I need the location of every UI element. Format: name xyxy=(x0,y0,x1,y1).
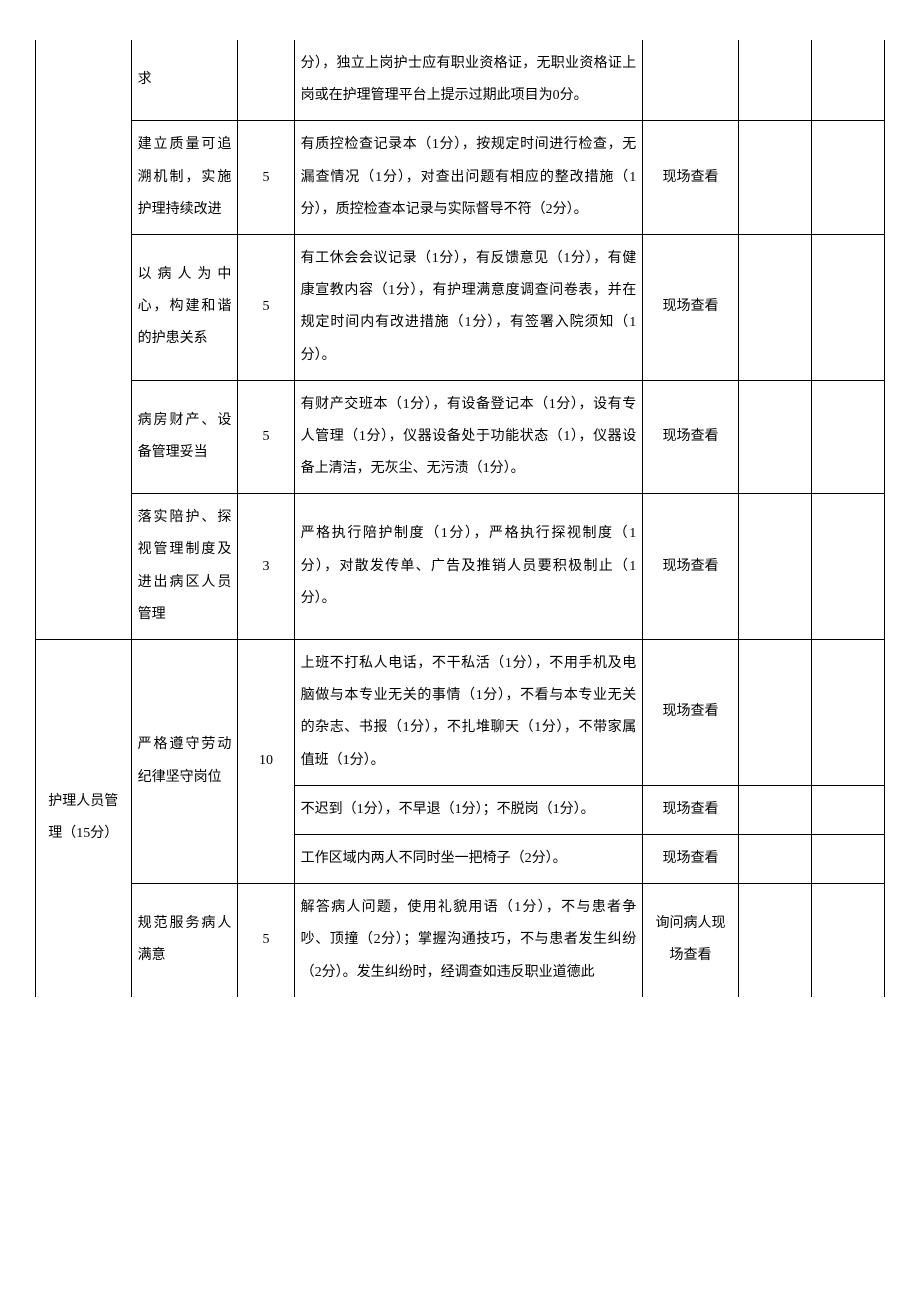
criteria-cell: 有质控检查记录本（1分），按规定时间进行检查，无漏查情况（1分），对查出问题有相… xyxy=(294,121,643,235)
score-cell: 5 xyxy=(238,380,294,494)
blank-cell xyxy=(811,380,884,494)
blank-cell xyxy=(811,640,884,786)
criteria-cell: 上班不打私人电话，不干私活（1分），不用手机及电脑做与本专业无关的事情（1分），… xyxy=(294,640,643,786)
evaluation-table: 求 分），独立上岗护士应有职业资格证，无职业资格证上岗或在护理管理平台上提示过期… xyxy=(35,40,885,997)
blank-cell xyxy=(811,884,884,997)
method-cell: 询问病人现场查看 xyxy=(643,884,739,997)
item-cell: 病房财产、设备管理妥当 xyxy=(131,380,238,494)
method-cell: 现场查看 xyxy=(643,785,739,834)
score-cell: 10 xyxy=(238,640,294,884)
method-cell xyxy=(643,40,739,121)
blank-cell xyxy=(738,494,811,640)
blank-cell xyxy=(811,834,884,883)
method-cell: 现场查看 xyxy=(643,834,739,883)
blank-cell xyxy=(738,834,811,883)
blank-cell xyxy=(738,40,811,121)
item-cell: 规范服务病人满意 xyxy=(131,884,238,997)
method-cell: 现场查看 xyxy=(643,640,739,786)
blank-cell xyxy=(811,234,884,380)
table-row: 规范服务病人满意 5 解答病人问题，使用礼貌用语（1分），不与患者争吵、顶撞（2… xyxy=(36,884,885,997)
score-cell: 3 xyxy=(238,494,294,640)
method-cell: 现场查看 xyxy=(643,121,739,235)
category-cell: 护理人员管理（15分） xyxy=(36,640,132,997)
category-cell-top xyxy=(36,40,132,640)
table-row: 落实陪护、探视管理制度及进出病区人员管理 3 严格执行陪护制度（1分），严格执行… xyxy=(36,494,885,640)
score-cell xyxy=(238,40,294,121)
method-cell: 现场查看 xyxy=(643,494,739,640)
criteria-cell: 工作区域内两人不同时坐一把椅子（2分）。 xyxy=(294,834,643,883)
blank-cell xyxy=(811,494,884,640)
score-cell: 5 xyxy=(238,121,294,235)
table-row: 护理人员管理（15分） 严格遵守劳动纪律坚守岗位 10 上班不打私人电话，不干私… xyxy=(36,640,885,786)
table-row: 病房财产、设备管理妥当 5 有财产交班本（1分），有设备登记本（1分），设有专人… xyxy=(36,380,885,494)
blank-cell xyxy=(738,640,811,786)
item-cell: 落实陪护、探视管理制度及进出病区人员管理 xyxy=(131,494,238,640)
method-cell: 现场查看 xyxy=(643,380,739,494)
blank-cell xyxy=(811,785,884,834)
criteria-cell: 不迟到（1分），不早退（1分）；不脱岗（1分）。 xyxy=(294,785,643,834)
item-cell: 建立质量可追溯机制，实施护理持续改进 xyxy=(131,121,238,235)
blank-cell xyxy=(738,121,811,235)
blank-cell xyxy=(811,40,884,121)
method-cell: 现场查看 xyxy=(643,234,739,380)
score-cell: 5 xyxy=(238,234,294,380)
item-cell: 严格遵守劳动纪律坚守岗位 xyxy=(131,640,238,884)
criteria-cell: 分），独立上岗护士应有职业资格证，无职业资格证上岗或在护理管理平台上提示过期此项… xyxy=(294,40,643,121)
blank-cell xyxy=(738,884,811,997)
blank-cell xyxy=(738,234,811,380)
criteria-cell: 解答病人问题，使用礼貌用语（1分），不与患者争吵、顶撞（2分）；掌握沟通技巧，不… xyxy=(294,884,643,997)
table-row: 以病人为中心，构建和谐的护患关系 5 有工休会会议记录（1分），有反馈意见（1分… xyxy=(36,234,885,380)
criteria-cell: 有财产交班本（1分），有设备登记本（1分），设有专人管理（1分），仪器设备处于功… xyxy=(294,380,643,494)
criteria-cell: 严格执行陪护制度（1分），严格执行探视制度（1分），对散发传单、广告及推销人员要… xyxy=(294,494,643,640)
table-row: 建立质量可追溯机制，实施护理持续改进 5 有质控检查记录本（1分），按规定时间进… xyxy=(36,121,885,235)
blank-cell xyxy=(738,785,811,834)
item-cell: 求 xyxy=(131,40,238,121)
item-cell: 以病人为中心，构建和谐的护患关系 xyxy=(131,234,238,380)
criteria-cell: 有工休会会议记录（1分），有反馈意见（1分），有健康宣教内容（1分），有护理满意… xyxy=(294,234,643,380)
table-row: 求 分），独立上岗护士应有职业资格证，无职业资格证上岗或在护理管理平台上提示过期… xyxy=(36,40,885,121)
score-cell: 5 xyxy=(238,884,294,997)
blank-cell xyxy=(738,380,811,494)
blank-cell xyxy=(811,121,884,235)
